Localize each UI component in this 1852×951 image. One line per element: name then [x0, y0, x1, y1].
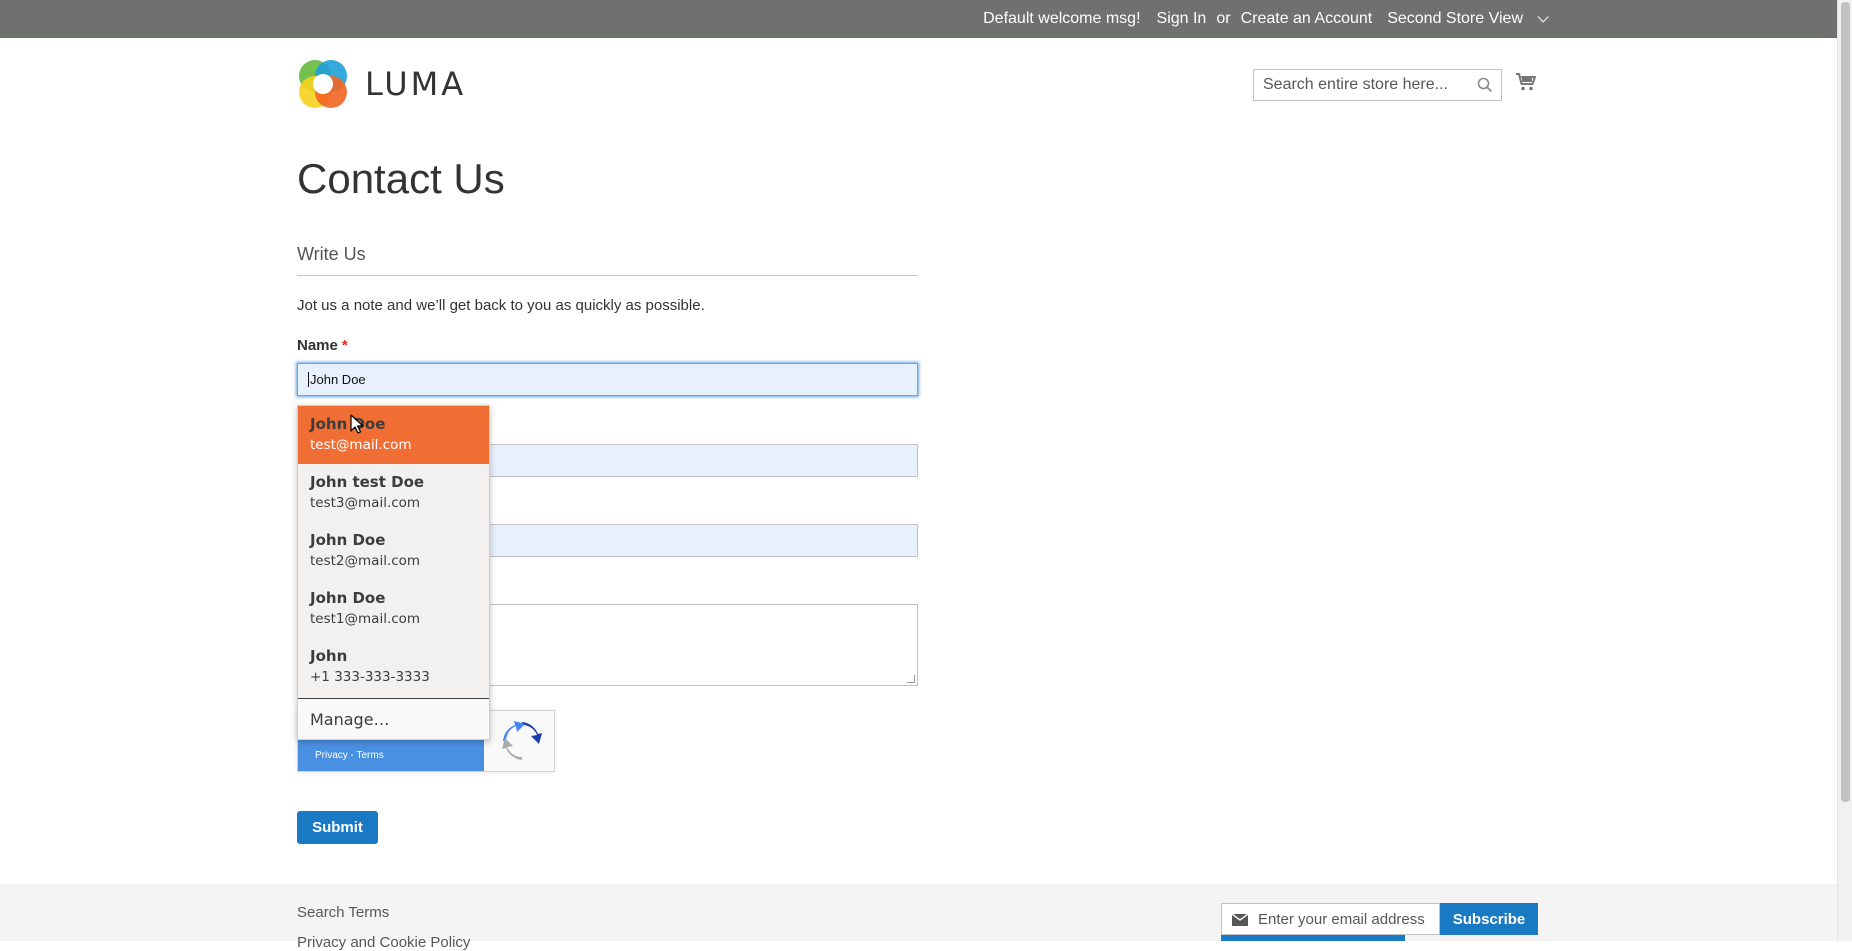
newsletter-box: [1221, 903, 1440, 935]
autofill-item[interactable]: John test Doe test3@mail.com: [298, 464, 489, 522]
autofill-item-name: John Doe: [310, 531, 386, 549]
newsletter-email-input[interactable]: [1256, 904, 1436, 934]
autofill-item-detail: test1@mail.com: [310, 611, 421, 627]
recaptcha-links[interactable]: Privacy - Terms: [315, 750, 384, 761]
header-links: Default welcome msg! Sign In or Create a…: [969, 0, 1549, 38]
envelope-icon: [1231, 913, 1249, 931]
search-box: [1253, 69, 1502, 101]
text-caret: [308, 372, 309, 387]
footer-link-privacy[interactable]: Privacy and Cookie Policy: [297, 934, 470, 951]
store-view-label: Second Store View: [1387, 10, 1523, 27]
required-mark: *: [341, 337, 348, 354]
sign-in-link[interactable]: Sign In: [1157, 10, 1207, 28]
name-label-text: Name: [297, 337, 338, 354]
resize-handle[interactable]: [907, 675, 915, 683]
create-account-link[interactable]: Create an Account: [1241, 10, 1373, 28]
autofill-item[interactable]: John Doe test@mail.com: [298, 406, 489, 464]
chevron-down-icon: [1537, 11, 1549, 23]
welcome-message: Default welcome msg!: [983, 10, 1141, 27]
newsletter-accent-bar: [1221, 935, 1405, 941]
logo[interactable]: LUMA: [297, 58, 466, 110]
autofill-item-detail: test2@mail.com: [310, 553, 421, 569]
subscribe-button[interactable]: Subscribe: [1440, 903, 1538, 935]
recaptcha-icon: [502, 721, 542, 766]
footer-link-search-terms[interactable]: Search Terms: [297, 904, 389, 921]
autofill-item-name: John Doe: [310, 589, 386, 607]
brand-name: LUMA: [365, 65, 467, 103]
autofill-item-name: John Doe: [310, 415, 386, 433]
name-label: Name *: [297, 337, 348, 354]
form-note: Jot us a note and we’ll get back to you …: [297, 297, 705, 314]
autofill-item[interactable]: John +1 333-333-3333: [298, 638, 489, 696]
scrollbar[interactable]: [1837, 0, 1852, 941]
legend-divider: [297, 275, 918, 276]
name-input[interactable]: John Doe: [297, 363, 918, 396]
autofill-item-detail: test@mail.com: [310, 437, 412, 453]
autofill-item-detail: +1 333-333-3333: [310, 669, 430, 685]
name-input-value: John Doe: [310, 372, 366, 387]
autofill-item-name: John: [310, 647, 348, 665]
form-legend: Write Us: [297, 244, 366, 264]
page-title: Contact Us: [297, 155, 505, 202]
mouse-pointer-icon: [350, 414, 364, 439]
footer: Search Terms Privacy and Cookie Policy: [0, 884, 1837, 951]
submit-button[interactable]: Submit: [297, 811, 378, 844]
top-bar: Default welcome msg! Sign In or Create a…: [0, 0, 1837, 38]
luma-logo-icon: [297, 58, 349, 110]
or-text: or: [1216, 10, 1231, 27]
autofill-item-detail: test3@mail.com: [310, 495, 421, 511]
autofill-item-name: John test Doe: [310, 473, 425, 491]
autofill-manage[interactable]: Manage…: [298, 699, 489, 739]
search-input[interactable]: [1254, 70, 1464, 100]
store-switcher[interactable]: Second Store View: [1387, 10, 1549, 28]
autofill-dropdown: John Doe test@mail.com John test Doe tes…: [297, 405, 490, 740]
shopping-cart-icon[interactable]: [1515, 72, 1537, 97]
search-icon[interactable]: [1477, 77, 1493, 98]
autofill-item[interactable]: John Doe test1@mail.com: [298, 580, 489, 638]
scrollbar-thumb[interactable]: [1841, 2, 1850, 802]
autofill-item[interactable]: John Doe test2@mail.com: [298, 522, 489, 580]
